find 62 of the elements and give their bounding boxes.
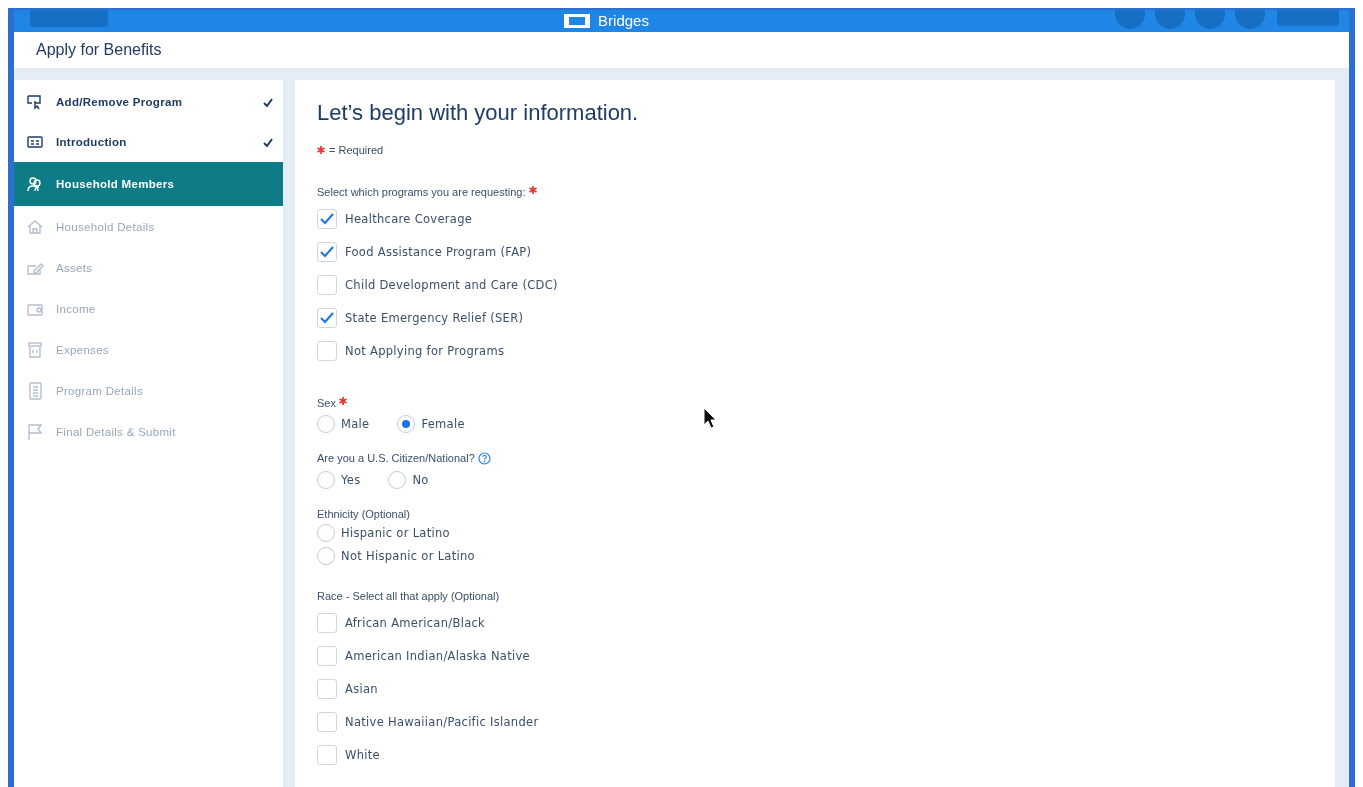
question-label: Select which programs you are requesting:: [317, 186, 526, 198]
radio-button[interactable]: [317, 470, 335, 489]
form-heading: Let’s begin with your information.: [317, 100, 640, 126]
toolbar-button[interactable]: [1235, 10, 1265, 29]
option-label: Native Hawaiian/Pacific Islander: [345, 714, 539, 729]
step-icon: [26, 422, 44, 441]
checkbox[interactable]: [317, 208, 337, 229]
option-label: No: [412, 472, 429, 487]
step-icon: [26, 133, 44, 151]
checkbox[interactable]: [317, 307, 337, 328]
option-label: African American/Black: [345, 615, 486, 630]
step-icon: [26, 93, 44, 111]
step-icon: [26, 175, 44, 193]
check-icon: [320, 311, 334, 324]
checkbox[interactable]: [317, 678, 337, 699]
check-icon: [320, 245, 334, 258]
checkbox[interactable]: [317, 744, 337, 765]
menu-button[interactable]: [30, 10, 108, 27]
option-label: Not Applying for Programs: [345, 343, 505, 358]
option-label: White: [345, 747, 380, 762]
option-label: Child Development and Care (CDC): [345, 277, 558, 292]
option-label: Yes: [341, 472, 361, 487]
radio-button[interactable]: [317, 546, 335, 565]
radio-button[interactable]: [388, 470, 407, 489]
option-label: State Emergency Relief (SER): [345, 310, 524, 325]
checkbox[interactable]: [317, 274, 337, 295]
option-label: Hispanic or Latino: [341, 525, 450, 540]
logo-text: Bridges: [598, 12, 649, 30]
required-note: = Required: [329, 144, 384, 156]
account-button[interactable]: [1277, 10, 1339, 26]
check-icon: [320, 212, 334, 225]
question-label: Sex: [317, 397, 336, 409]
question-label: Race - Select all that apply (Optional): [317, 590, 500, 602]
step-icon: [26, 217, 44, 236]
cursor-icon: [703, 407, 717, 429]
checkbox[interactable]: [317, 241, 337, 262]
radio-button[interactable]: [317, 414, 335, 433]
toolbar-button[interactable]: [1115, 10, 1145, 29]
question-label: Are you a U.S. Citizen/National?: [317, 452, 475, 464]
option-label: Asian: [345, 681, 378, 696]
option-label: Female: [421, 416, 465, 431]
help-icon[interactable]: [477, 452, 491, 465]
checkbox[interactable]: [317, 711, 337, 732]
option-label: Healthcare Coverage: [345, 211, 473, 226]
logo-icon: [564, 14, 591, 28]
option-label: American Indian/Alaska Native: [345, 648, 530, 663]
option-label: Food Assistance Program (FAP): [345, 244, 532, 259]
toolbar-button[interactable]: [1155, 10, 1185, 29]
asterisk-icon: [317, 146, 325, 154]
option-label: Male: [341, 416, 370, 431]
option-label: Not Hispanic or Latino: [341, 548, 475, 563]
step-icon: [26, 381, 44, 400]
checkbox[interactable]: [317, 340, 337, 361]
radio-button[interactable]: [317, 523, 335, 542]
question-label: Ethnicity (Optional): [317, 508, 410, 520]
toolbar-button[interactable]: [1195, 10, 1225, 29]
step-icon: [26, 340, 44, 359]
radio-button[interactable]: [397, 414, 416, 433]
sidebar-item[interactable]: Household Members: [14, 162, 283, 206]
checkbox[interactable]: [317, 612, 337, 633]
page-title: Apply for Benefits: [36, 41, 162, 59]
checkbox[interactable]: [317, 645, 337, 666]
